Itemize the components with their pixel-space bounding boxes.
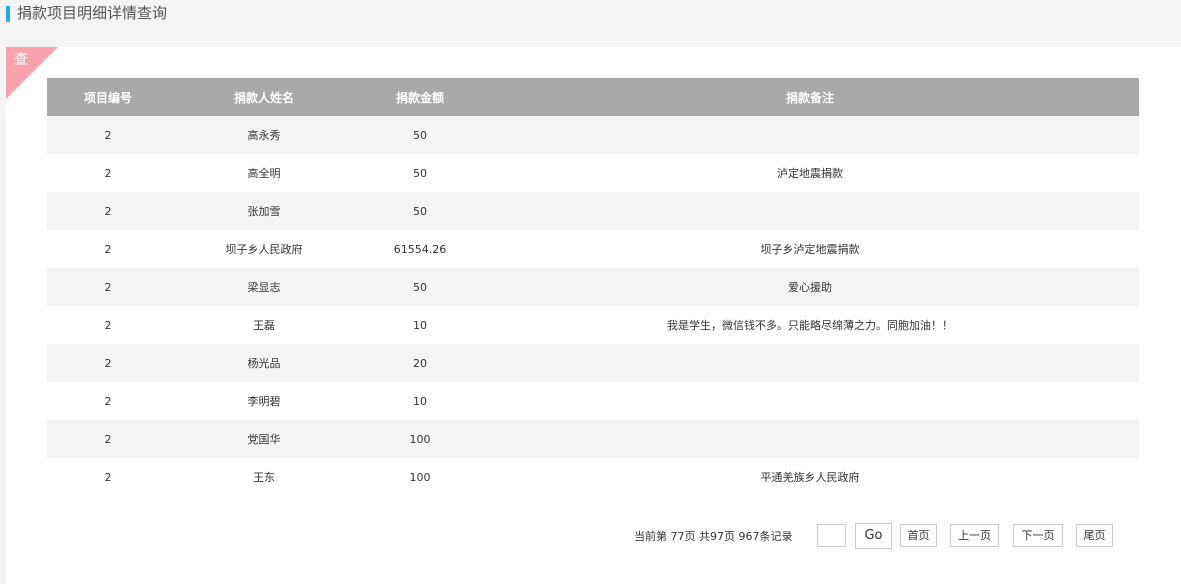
column-header-donor-name: 捐款人姓名 bbox=[233, 90, 294, 105]
cell-amount: 100 bbox=[409, 470, 431, 484]
table-header-row: 项目编号 捐款人姓名 捐款金额 捐款备注 bbox=[47, 78, 1139, 116]
cell-remark: 平通羌族乡人民政府 bbox=[760, 471, 860, 484]
column-header-amount: 捐款金额 bbox=[395, 90, 444, 105]
current-page-prefix: 当前第 bbox=[634, 530, 667, 543]
first-page-button[interactable]: 首页 bbox=[900, 524, 937, 547]
cell-remark: 坝子乡泸定地震捐款 bbox=[760, 243, 860, 256]
table-row: 2 党国华 100 bbox=[47, 420, 1139, 458]
last-page-button[interactable]: 尾页 bbox=[1076, 524, 1113, 547]
cell-amount: 61554.26 bbox=[393, 242, 447, 256]
table-row: 2 张加雪 50 bbox=[47, 192, 1139, 230]
cell-donor-name: 张加雪 bbox=[247, 205, 281, 218]
cell-amount: 50 bbox=[413, 128, 427, 142]
table-row: 2 坝子乡人民政府 61554.26 坝子乡泸定地震捐款 bbox=[47, 230, 1139, 268]
cell-amount: 50 bbox=[413, 204, 427, 218]
cell-donor-name: 李明碧 bbox=[247, 395, 281, 408]
total-records: 967条记录 bbox=[738, 530, 793, 543]
cell-remark bbox=[481, 382, 1139, 420]
go-button[interactable]: Go bbox=[855, 523, 892, 549]
table-row: 2 梁显志 50 爱心援助 bbox=[47, 268, 1139, 306]
results-card: 查 项目编号 捐款人姓名 捐款金额 捐款备注 2 高永秀 50 2 高全明 50… bbox=[6, 47, 1181, 584]
total-pages: 共97页 bbox=[699, 530, 735, 543]
title-accent-bar bbox=[6, 6, 10, 22]
cell-project-id: 2 bbox=[104, 356, 112, 370]
cell-donor-name: 王磊 bbox=[253, 319, 275, 332]
cell-project-id: 2 bbox=[104, 394, 112, 408]
page-header: 捐款项目明细详情查询 bbox=[0, 0, 1181, 30]
cell-amount: 100 bbox=[409, 432, 431, 446]
cell-donor-name: 梁显志 bbox=[247, 281, 281, 294]
pagination: 当前第 77页 共97页 967条记录 Go 首页 上一页 下一页 尾页 bbox=[6, 523, 1181, 549]
cell-donor-name: 党国华 bbox=[247, 433, 281, 446]
corner-ribbon-label: 查 bbox=[14, 52, 28, 68]
cell-project-id: 2 bbox=[104, 242, 112, 256]
table-row: 2 王东 100 平通羌族乡人民政府 bbox=[47, 458, 1139, 496]
column-header-remark: 捐款备注 bbox=[785, 90, 834, 105]
table-row: 2 王磊 10 我是学生，微信钱不多。只能略尽绵薄之力。同胞加油！！ bbox=[47, 306, 1139, 344]
cell-amount: 20 bbox=[413, 356, 427, 370]
page-title: 捐款项目明细详情查询 bbox=[17, 4, 168, 22]
cell-donor-name: 高全明 bbox=[247, 167, 281, 180]
cell-remark bbox=[481, 192, 1139, 230]
cell-amount: 50 bbox=[413, 166, 427, 180]
cell-remark bbox=[481, 344, 1139, 382]
cell-remark bbox=[481, 116, 1139, 154]
next-page-button[interactable]: 下一页 bbox=[1013, 524, 1063, 547]
cell-remark: 爱心援助 bbox=[788, 281, 832, 294]
current-page: 77页 bbox=[670, 530, 696, 543]
cell-donor-name: 王东 bbox=[253, 471, 275, 484]
previous-page-button[interactable]: 上一页 bbox=[950, 524, 999, 547]
page-number-input[interactable] bbox=[817, 524, 846, 547]
cell-project-id: 2 bbox=[104, 128, 112, 142]
donation-table: 项目编号 捐款人姓名 捐款金额 捐款备注 2 高永秀 50 2 高全明 50 泸… bbox=[47, 78, 1139, 496]
cell-project-id: 2 bbox=[104, 318, 112, 332]
cell-amount: 10 bbox=[413, 394, 427, 408]
cell-project-id: 2 bbox=[104, 432, 112, 446]
cell-project-id: 2 bbox=[104, 280, 112, 294]
pagination-info: 当前第 77页 共97页 967条记录 bbox=[634, 528, 793, 544]
cell-donor-name: 高永秀 bbox=[247, 129, 281, 142]
cell-donor-name: 坝子乡人民政府 bbox=[225, 243, 303, 256]
cell-remark bbox=[481, 420, 1139, 458]
column-header-project-id: 项目编号 bbox=[83, 90, 132, 105]
cell-remark: 泸定地震捐款 bbox=[777, 167, 843, 180]
table-row: 2 杨光品 20 bbox=[47, 344, 1139, 382]
table-row: 2 高永秀 50 bbox=[47, 116, 1139, 154]
cell-project-id: 2 bbox=[104, 166, 112, 180]
cell-amount: 50 bbox=[413, 280, 427, 294]
cell-project-id: 2 bbox=[104, 204, 112, 218]
cell-donor-name: 杨光品 bbox=[247, 357, 281, 370]
table-row: 2 高全明 50 泸定地震捐款 bbox=[47, 154, 1139, 192]
table-row: 2 李明碧 10 bbox=[47, 382, 1139, 420]
cell-project-id: 2 bbox=[104, 470, 112, 484]
cell-remark: 我是学生，微信钱不多。只能略尽绵薄之力。同胞加油！！ bbox=[667, 319, 953, 332]
cell-amount: 10 bbox=[413, 318, 427, 332]
